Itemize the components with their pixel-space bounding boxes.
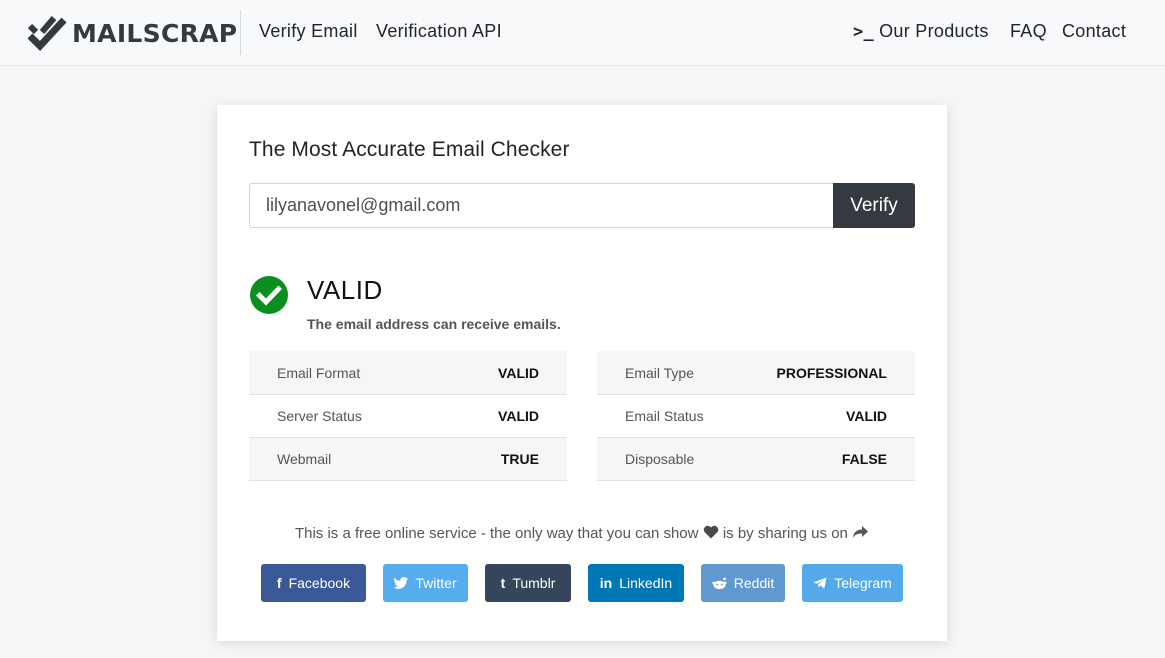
email-input[interactable] xyxy=(249,183,834,228)
row-value: TRUE xyxy=(500,451,539,467)
telegram-icon xyxy=(813,577,827,589)
share-button-label: Telegram xyxy=(834,575,892,591)
brand-name: MAILSCRAP xyxy=(72,18,238,48)
share-twitter-button[interactable]: Twitter xyxy=(383,564,468,602)
facebook-icon: f xyxy=(276,575,282,591)
heart-icon xyxy=(703,525,718,539)
status-title: VALID xyxy=(307,275,383,305)
share-button-label: Twitter xyxy=(415,575,457,591)
linkedin-icon: in xyxy=(599,575,613,591)
nav-verify-email[interactable]: Verify Email xyxy=(259,21,358,42)
checker-card: The Most Accurate Email Checker Verify V… xyxy=(217,105,947,641)
double-check-icon xyxy=(28,16,67,52)
share-tumblr-button[interactable]: t Tumblr xyxy=(485,564,571,602)
terminal-icon: >_ xyxy=(853,21,875,42)
table-row: Email Format VALID xyxy=(249,351,567,395)
row-label: Webmail xyxy=(277,451,332,467)
nav-verification-api[interactable]: Verification API xyxy=(376,21,502,42)
share-button-label: Reddit xyxy=(733,575,775,591)
row-value: VALID xyxy=(846,408,887,424)
row-label: Server Status xyxy=(277,408,362,424)
nav-contact[interactable]: Contact xyxy=(1062,21,1126,42)
result-table-right: Email Type PROFESSIONAL Email Status VAL… xyxy=(597,351,915,481)
row-value: VALID xyxy=(498,364,539,381)
table-row: Server Status VALID xyxy=(249,395,567,438)
verify-button[interactable]: Verify xyxy=(833,183,915,228)
row-label: Email Type xyxy=(625,364,694,381)
table-row: Webmail TRUE xyxy=(249,438,567,481)
share-message: This is a free online service - the only… xyxy=(217,525,947,542)
row-value: VALID xyxy=(498,408,539,424)
tumblr-icon: t xyxy=(500,575,506,591)
share-button-label: LinkedIn xyxy=(619,575,673,591)
row-value: PROFESSIONAL xyxy=(776,364,887,381)
share-facebook-button[interactable]: f Facebook xyxy=(261,564,366,602)
valid-check-circle-icon xyxy=(250,276,288,314)
nav-our-products-label: Our Products xyxy=(879,21,989,41)
share-text-before: This is a free online service - the only… xyxy=(294,525,699,542)
result-table-left: Email Format VALID Server Status VALID W… xyxy=(249,351,567,481)
nav-faq[interactable]: FAQ xyxy=(1010,21,1047,42)
table-row: Disposable FALSE xyxy=(597,438,915,481)
top-navbar: MAILSCRAP Verify Email Verification API … xyxy=(0,0,1165,66)
share-reddit-button[interactable]: Reddit xyxy=(701,564,785,602)
row-label: Email Format xyxy=(277,364,361,381)
share-linkedin-button[interactable]: in LinkedIn xyxy=(588,564,684,602)
status-description: The email address can receive emails. xyxy=(307,316,561,332)
card-title: The Most Accurate Email Checker xyxy=(249,138,570,161)
share-arrow-icon xyxy=(853,526,869,538)
share-text-after: is by sharing us on xyxy=(722,525,848,542)
twitter-icon xyxy=(394,577,409,589)
reddit-icon xyxy=(712,577,727,589)
nav-divider xyxy=(240,10,241,55)
table-row: Email Status VALID xyxy=(597,395,915,438)
brand-logo[interactable]: MAILSCRAP xyxy=(28,14,237,52)
row-label: Disposable xyxy=(625,451,695,467)
share-button-label: Tumblr xyxy=(512,575,556,591)
row-value: FALSE xyxy=(841,451,887,467)
share-button-label: Facebook xyxy=(288,575,351,591)
nav-our-products[interactable]: >_ Our Products xyxy=(853,21,989,42)
share-buttons: f Facebook Twitter t Tumblr in LinkedIn xyxy=(261,564,903,602)
share-telegram-button[interactable]: Telegram xyxy=(802,564,903,602)
row-label: Email Status xyxy=(625,408,704,424)
table-row: Email Type PROFESSIONAL xyxy=(597,351,915,395)
